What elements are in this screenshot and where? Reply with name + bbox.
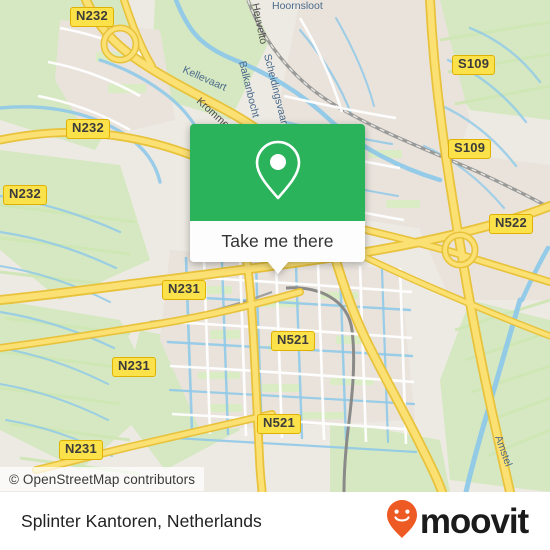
road-shield-n232: N232 <box>66 119 110 139</box>
attribution-text: © OpenStreetMap contributors <box>9 471 196 487</box>
road-shield-n231: N231 <box>59 440 103 460</box>
osm-attribution[interactable]: © OpenStreetMap contributors <box>0 467 205 491</box>
road-shield-n232: N232 <box>3 185 47 205</box>
moovit-pin-icon <box>385 499 419 544</box>
callout-tail <box>266 261 289 274</box>
road-shield-n521: N521 <box>271 331 315 351</box>
road-shield-n231: N231 <box>112 357 156 377</box>
road-shield-n232: N232 <box>70 7 114 27</box>
take-me-there-button[interactable]: Take me there <box>190 221 365 274</box>
road-shield-n521: N521 <box>257 414 301 434</box>
road-shield-n522: N522 <box>489 214 533 234</box>
callout-icon-panel <box>190 124 365 221</box>
road-shield-n231: N231 <box>162 280 206 300</box>
take-me-there-label: Take me there <box>221 231 334 251</box>
location-callout-card[interactable]: Take me there <box>190 124 365 274</box>
map-page: Hoornsloot Heuvelto Balkanbocht Scheidingsv… <box>0 0 550 550</box>
place-title: Splinter Kantoren, Netherlands <box>21 510 262 531</box>
moovit-wordmark: moovit <box>419 501 529 541</box>
moovit-logo[interactable]: moovit <box>385 499 529 544</box>
road-shield-s109: S109 <box>448 139 492 159</box>
map-pin-icon <box>253 139 303 206</box>
footer-bar: Splinter Kantoren, Netherlands moovit <box>0 492 550 550</box>
road-shield-s109: S109 <box>452 55 496 75</box>
